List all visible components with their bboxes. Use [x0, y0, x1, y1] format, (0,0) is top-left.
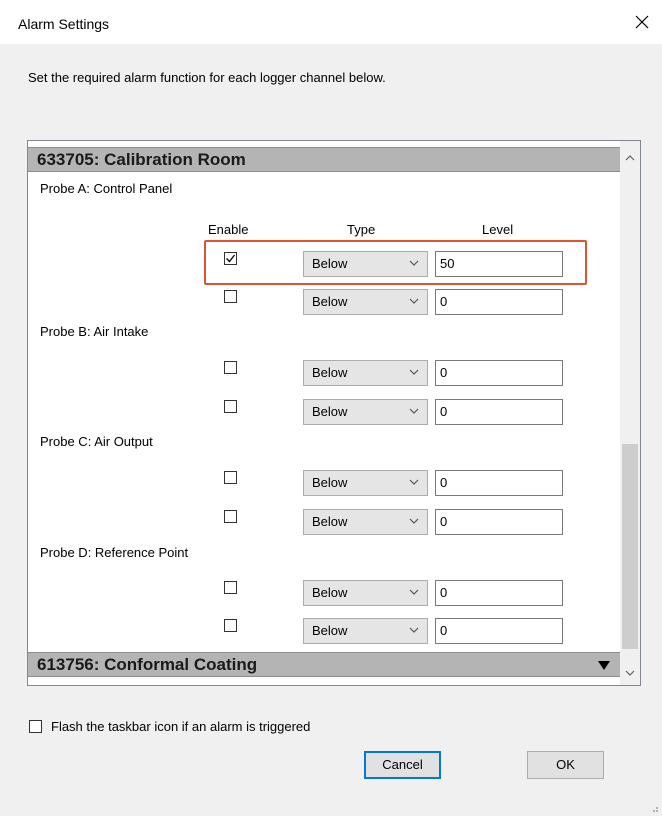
level-input-probe-d-2[interactable]: 0 [435, 618, 563, 644]
close-button[interactable] [622, 6, 662, 38]
chevron-down-icon [409, 408, 419, 414]
close-icon [635, 15, 649, 29]
chevron-down-icon [409, 260, 419, 266]
probe-label-c: Probe C: Air Output [40, 434, 153, 449]
title-bar: Alarm Settings [0, 0, 662, 44]
triangle-down-icon[interactable] [598, 661, 610, 670]
type-select-probe-a-1[interactable]: Below [303, 251, 428, 277]
type-select-value: Below [312, 623, 348, 638]
enable-checkbox-probe-a-1[interactable] [224, 252, 237, 265]
enable-checkbox-probe-b-2[interactable] [224, 400, 237, 413]
type-select-probe-b-2[interactable]: Below [303, 399, 428, 425]
chevron-down-icon [409, 369, 419, 375]
level-input-probe-d-1[interactable]: 0 [435, 580, 563, 606]
vertical-scrollbar[interactable] [620, 141, 640, 685]
flash-taskbar-checkbox[interactable] [29, 720, 42, 733]
type-select-probe-c-2[interactable]: Below [303, 509, 428, 535]
scroll-up-button[interactable] [620, 147, 640, 167]
level-input-probe-a-1[interactable]: 50 [435, 251, 563, 277]
alarm-settings-dialog: Alarm Settings Set the required alarm fu… [0, 0, 662, 816]
column-header-type: Type [347, 222, 376, 237]
scrollbar-thumb[interactable] [622, 444, 638, 649]
type-select-probe-a-2[interactable]: Below [303, 289, 428, 315]
checkmark-icon [226, 254, 236, 263]
level-input-probe-c-1[interactable]: 0 [435, 470, 563, 496]
channel-list-panel: 633705: Calibration Room Probe A: Contro… [27, 140, 641, 686]
chevron-down-icon [409, 479, 419, 485]
enable-checkbox-probe-a-2[interactable] [224, 290, 237, 303]
chevron-down-icon [409, 298, 419, 304]
probe-label-a: Probe A: Control Panel [40, 181, 173, 196]
type-select-probe-c-1[interactable]: Below [303, 470, 428, 496]
ok-button[interactable]: OK [527, 751, 604, 779]
enable-checkbox-probe-c-2[interactable] [224, 510, 237, 523]
chevron-down-icon [409, 518, 419, 524]
instruction-text: Set the required alarm function for each… [28, 70, 386, 85]
chevron-down-icon [409, 589, 419, 595]
scroll-down-button[interactable] [620, 663, 640, 683]
group-header-conformal-coating[interactable]: 613756: Conformal Coating [28, 652, 620, 677]
probe-label-b: Probe B: Air Intake [40, 324, 149, 339]
group-header-calibration-room[interactable]: 633705: Calibration Room [28, 147, 620, 172]
chevron-down-icon [625, 670, 635, 676]
type-select-probe-d-2[interactable]: Below [303, 618, 428, 644]
type-select-value: Below [312, 585, 348, 600]
resize-grip-icon[interactable] [649, 803, 659, 813]
level-input-probe-b-1[interactable]: 0 [435, 360, 563, 386]
type-select-value: Below [312, 514, 348, 529]
enable-checkbox-probe-d-2[interactable] [224, 619, 237, 632]
chevron-up-icon [625, 154, 635, 160]
flash-taskbar-label: Flash the taskbar icon if an alarm is tr… [51, 719, 311, 734]
cancel-button[interactable]: Cancel [364, 751, 441, 779]
flash-taskbar-option[interactable]: Flash the taskbar icon if an alarm is tr… [29, 719, 310, 734]
enable-checkbox-probe-d-1[interactable] [224, 581, 237, 594]
column-header-level: Level [482, 222, 514, 237]
enable-checkbox-probe-c-1[interactable] [224, 471, 237, 484]
level-input-probe-a-2[interactable]: 0 [435, 289, 563, 315]
type-select-probe-b-1[interactable]: Below [303, 360, 428, 386]
level-input-probe-c-2[interactable]: 0 [435, 509, 563, 535]
chevron-down-icon [409, 627, 419, 633]
type-select-value: Below [312, 294, 348, 309]
type-select-probe-d-1[interactable]: Below [303, 580, 428, 606]
type-select-value: Below [312, 475, 348, 490]
probe-label-d: Probe D: Reference Point [40, 545, 189, 560]
type-select-value: Below [312, 256, 348, 271]
group-header-label: 613756: Conformal Coating [37, 655, 258, 674]
column-header-enable: Enable [208, 222, 249, 237]
level-input-probe-b-2[interactable]: 0 [435, 399, 563, 425]
type-select-value: Below [312, 365, 348, 380]
type-select-value: Below [312, 404, 348, 419]
enable-checkbox-probe-b-1[interactable] [224, 361, 237, 374]
dialog-title: Alarm Settings [18, 16, 110, 32]
